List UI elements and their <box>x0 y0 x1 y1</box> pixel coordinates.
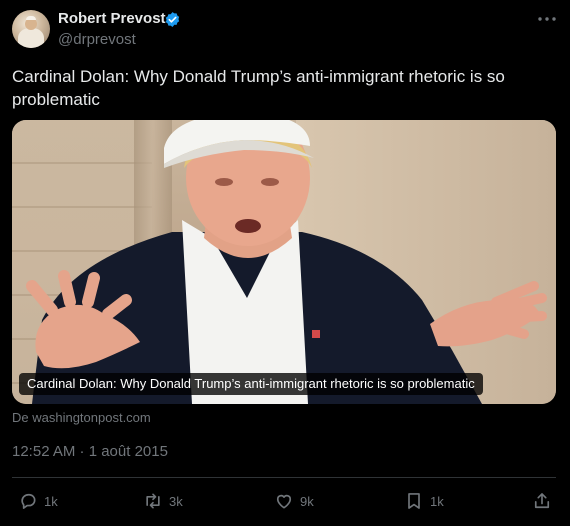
like-button[interactable]: 9k <box>274 490 314 512</box>
divider <box>12 477 556 478</box>
author-handle[interactable]: @drprevost <box>58 31 136 48</box>
reply-count: 1k <box>44 493 58 509</box>
bookmark-icon <box>408 493 420 509</box>
like-count: 9k <box>300 493 314 509</box>
retweet-button[interactable]: 3k <box>143 490 183 512</box>
retweet-icon <box>146 493 160 509</box>
avatar[interactable] <box>12 10 50 48</box>
link-card[interactable] <box>12 120 556 404</box>
bookmark-button[interactable]: 1k <box>404 490 444 512</box>
avatar-robe <box>18 28 44 48</box>
reply-button[interactable]: 1k <box>18 490 58 512</box>
heart-icon <box>276 494 292 509</box>
reply-icon <box>21 493 36 509</box>
card-caption: Cardinal Dolan: Why Donald Trump’s anti-… <box>19 373 483 395</box>
tweet-text: Cardinal Dolan: Why Donald Trump’s anti-… <box>12 67 505 109</box>
avatar-cap <box>26 16 36 20</box>
card-photo <box>26 120 547 404</box>
share-icon <box>534 493 550 509</box>
share-button[interactable] <box>532 490 552 512</box>
more-icon[interactable] <box>536 10 558 28</box>
bookmark-count: 1k <box>430 493 444 509</box>
verified-badge-icon <box>165 12 180 27</box>
author-name[interactable]: Robert Prevost <box>58 10 166 27</box>
retweet-count: 3k <box>169 493 183 509</box>
card-source[interactable]: De washingtonpost.com <box>12 410 151 425</box>
tweet-timestamp[interactable]: 12:52 AM · 1 août 2015 <box>12 443 168 460</box>
